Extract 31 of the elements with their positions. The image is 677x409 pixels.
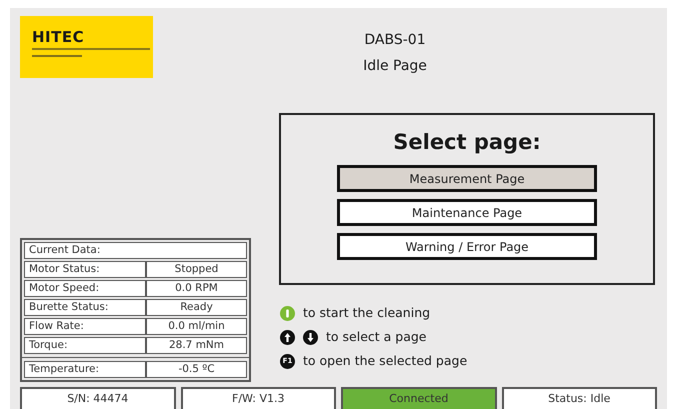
table-cell: Burette Status: bbox=[24, 299, 146, 316]
table-title: Current Data: bbox=[24, 242, 247, 259]
table-cell: Motor Speed: bbox=[24, 280, 146, 297]
legend-text: to select a page bbox=[326, 329, 426, 345]
table-cell: Stopped bbox=[146, 261, 247, 278]
table-cell: Temperature: bbox=[24, 361, 146, 378]
page-button[interactable]: Warning / Error Page bbox=[337, 233, 597, 260]
panel-title: Select page: bbox=[393, 129, 541, 155]
table-cell: Ready bbox=[146, 299, 247, 316]
table-cell: 0.0 ml/min bbox=[146, 318, 247, 335]
page-button[interactable]: Measurement Page bbox=[337, 165, 597, 192]
up-arrow-key-icon bbox=[280, 330, 295, 344]
table-cell: Motor Status: bbox=[24, 261, 146, 278]
start-key-icon bbox=[280, 306, 295, 320]
device-title: DABS-01 bbox=[364, 31, 426, 50]
logo-text: HITEC bbox=[32, 30, 84, 45]
table-cell: Torque: bbox=[24, 337, 146, 354]
page-button[interactable]: Maintenance Page bbox=[337, 199, 597, 226]
status-cell: F/W: V1.3 bbox=[180, 387, 336, 409]
table-cell: 28.7 mNm bbox=[146, 337, 247, 354]
table-cell: 0.0 RPM bbox=[146, 280, 247, 297]
table-cell: Flow Rate: bbox=[24, 318, 146, 335]
down-arrow-key-icon bbox=[303, 330, 318, 344]
logo-mark-icon bbox=[32, 47, 150, 59]
page-title: Idle Page bbox=[363, 57, 427, 76]
connection-status: Connected bbox=[341, 387, 496, 409]
table-cell: -0.5 ºC bbox=[146, 361, 247, 378]
legend-text: to open the selected page bbox=[303, 353, 468, 369]
legend-text: to start the cleaning bbox=[303, 305, 430, 321]
status-cell: Status: Idle bbox=[502, 387, 657, 409]
status-cell: S/N: 44474 bbox=[20, 387, 176, 409]
